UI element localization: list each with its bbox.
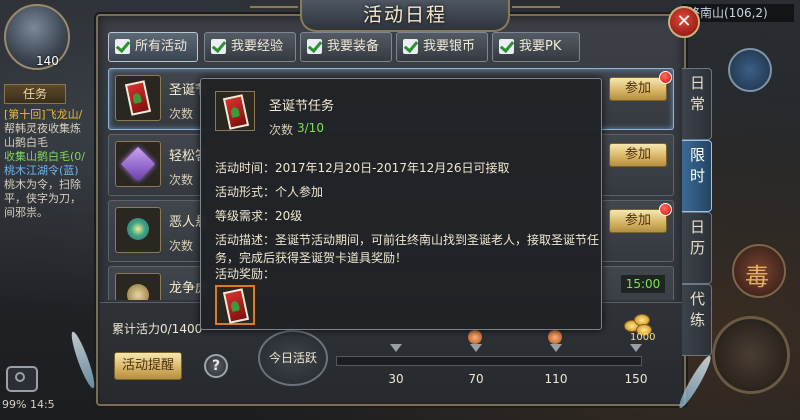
side-tab-label: 日常 bbox=[688, 75, 706, 117]
filter-tab-pk[interactable]: 我要PK bbox=[492, 32, 580, 62]
tooltip-level: 等级需求：20级 bbox=[215, 209, 303, 223]
milestone-label: 70 bbox=[468, 372, 484, 386]
title-ornament bbox=[250, 6, 298, 22]
activity-detail-tooltip: 圣诞节任务 次数 3/10 活动时间：2017年12月20日-2017年12月2… bbox=[200, 78, 602, 330]
check-icon bbox=[115, 39, 130, 54]
filter-label: 我要经验 bbox=[231, 39, 284, 54]
close-button[interactable]: ✕ bbox=[668, 6, 700, 38]
tooltip-activity-name: 圣诞节任务 bbox=[269, 99, 335, 114]
check-icon bbox=[307, 39, 322, 54]
crystal-icon bbox=[115, 141, 161, 187]
filter-tab-exp[interactable]: 我要经验 bbox=[204, 32, 296, 62]
activity-reminder-button[interactable]: 活动提醒 bbox=[114, 352, 182, 380]
shield-icon[interactable] bbox=[728, 48, 772, 92]
tooltip-time: 活动时间：2017年12月20日-2017年12月26日可接取 bbox=[215, 161, 510, 175]
tooltip-count-label: 次数 bbox=[269, 123, 294, 137]
side-tab-daily[interactable]: 日常 bbox=[682, 68, 712, 140]
activity-count-label: 次数 bbox=[169, 107, 194, 121]
vitality-progress bbox=[336, 356, 642, 366]
side-tab-limited[interactable]: 限时 bbox=[682, 140, 712, 212]
filter-tab-equipment[interactable]: 我要装备 bbox=[300, 32, 392, 62]
reward-chest-icon[interactable] bbox=[548, 330, 562, 344]
quest-line: 帮韩灵夜收集炼 bbox=[4, 122, 81, 135]
quest-tracker[interactable]: [第十回]飞龙山/ 帮韩灵夜收集炼 山鹅白毛 收集山鹅白毛(0/ 桃木江湖令(蓝… bbox=[4, 108, 104, 220]
filter-label: 我要装备 bbox=[327, 39, 380, 54]
bounty-icon bbox=[115, 207, 161, 253]
milestone-label: 150 bbox=[624, 372, 648, 386]
filter-tab-all[interactable]: 所有活动 bbox=[108, 32, 198, 62]
gold-coins-icon[interactable] bbox=[622, 312, 652, 336]
activity-time: 15:00 bbox=[621, 275, 665, 293]
camera-icon[interactable] bbox=[6, 366, 38, 392]
filter-tab-silver[interactable]: 我要银币 bbox=[396, 32, 488, 62]
quest-line: 山鹅白毛 bbox=[4, 136, 48, 149]
tooltip-count-value: 3/10 bbox=[297, 121, 324, 135]
player-level: 140 bbox=[36, 54, 59, 68]
quest-tab[interactable]: 任务 bbox=[4, 84, 66, 104]
close-icon: ✕ bbox=[676, 11, 692, 32]
help-icon[interactable]: ? bbox=[204, 354, 228, 378]
side-tab-proxy[interactable]: 代练 bbox=[682, 284, 712, 356]
skill-button[interactable]: 毒 bbox=[732, 244, 786, 298]
christmas-card-icon bbox=[115, 75, 161, 121]
side-tab-label: 日历 bbox=[688, 219, 706, 261]
filter-label: 我要银币 bbox=[423, 39, 476, 54]
milestone-label: 110 bbox=[544, 372, 568, 386]
vitality-total: 累计活力0/1400 bbox=[112, 322, 203, 336]
filter-label: 所有活动 bbox=[135, 39, 188, 54]
battery-status: 99% 14:5 bbox=[2, 398, 55, 411]
check-icon bbox=[211, 39, 226, 54]
quest-line: 收集山鹅白毛(0/ bbox=[4, 150, 85, 163]
tooltip-reward-label: 活动奖励： bbox=[215, 267, 276, 281]
milestone-marker bbox=[630, 344, 642, 352]
milestone-marker bbox=[390, 344, 402, 352]
join-button[interactable]: 参加 bbox=[609, 77, 667, 101]
reward-amount: 1000 bbox=[630, 332, 656, 343]
side-tab-label: 代练 bbox=[688, 291, 706, 333]
reward-chest-icon[interactable] bbox=[468, 330, 482, 344]
milestone-marker bbox=[470, 344, 482, 352]
christmas-card-icon bbox=[215, 91, 255, 131]
activity-count-label: 次数 bbox=[169, 239, 194, 253]
tooltip-description: 活动描述：圣诞节活动期间，可前往终南山找到圣诞老人，接取圣诞节任 bbox=[215, 233, 600, 247]
christmas-card-reward-icon[interactable] bbox=[215, 285, 255, 325]
quest-line: 桃木为令，扫除 bbox=[4, 178, 81, 191]
quest-line: 平，侠字为刀， bbox=[4, 192, 81, 205]
side-tab-calendar[interactable]: 日历 bbox=[682, 212, 712, 284]
quest-line: 间邪祟。 bbox=[4, 206, 48, 219]
side-tab-label: 限时 bbox=[688, 147, 706, 189]
milestone-marker bbox=[550, 344, 562, 352]
title-ornament bbox=[512, 6, 560, 22]
quest-line: [第十回]飞龙山/ bbox=[4, 108, 83, 121]
filter-label: 我要PK bbox=[519, 39, 562, 54]
window-title-banner: 活动日程 bbox=[300, 0, 510, 32]
notification-dot bbox=[659, 71, 672, 84]
milestone-label: 30 bbox=[388, 372, 404, 386]
activity-count-label: 次数 bbox=[169, 173, 194, 187]
today-vitality: 今日活跃 bbox=[258, 330, 328, 386]
tooltip-description-cont: 务，完成后获得圣诞贺卡道具奖励！ bbox=[215, 251, 408, 265]
tooltip-form: 活动形式：个人参加 bbox=[215, 185, 324, 199]
quest-line: 桃木江湖令(蓝) bbox=[4, 164, 79, 177]
check-icon bbox=[403, 39, 418, 54]
attack-button[interactable] bbox=[712, 316, 790, 394]
dragon-icon bbox=[115, 273, 161, 300]
poison-skill-glyph: 毒 bbox=[745, 263, 769, 291]
window-title: 活动日程 bbox=[362, 4, 447, 26]
join-button[interactable]: 参加 bbox=[609, 143, 667, 167]
join-button[interactable]: 参加 bbox=[609, 209, 667, 233]
check-icon bbox=[499, 39, 514, 54]
notification-dot bbox=[659, 203, 672, 216]
